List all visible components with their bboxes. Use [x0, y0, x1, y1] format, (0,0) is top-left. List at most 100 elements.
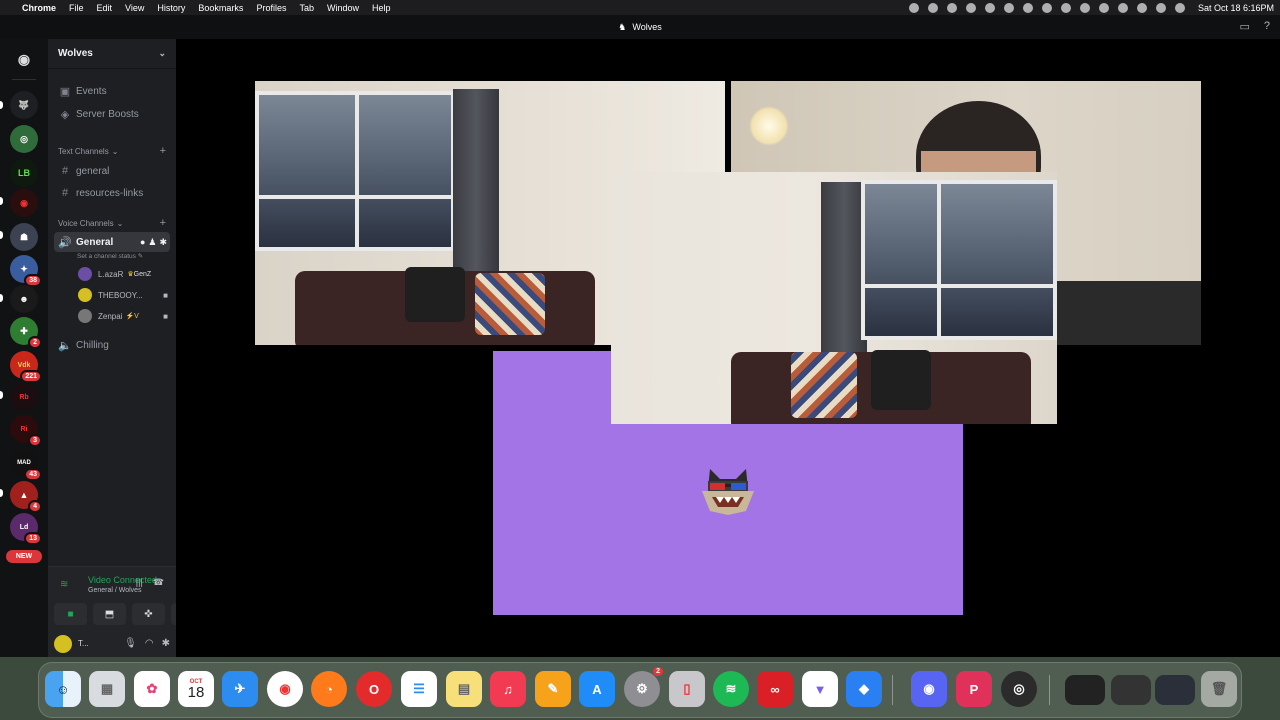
launchpad-icon[interactable]: ▦: [89, 671, 125, 707]
server-icon-blue[interactable]: ✦ 38: [10, 255, 42, 287]
vpn-icon[interactable]: ▼: [802, 671, 838, 707]
avatar[interactable]: [54, 634, 72, 653]
chrome-icon[interactable]: ◉: [267, 671, 303, 707]
menu-profiles[interactable]: Profiles: [256, 3, 286, 13]
voice-channels-category[interactable]: Voice Channels ⌄ +: [58, 217, 166, 229]
menu-window[interactable]: Window: [327, 3, 359, 13]
obs-icon[interactable]: ◎: [1001, 671, 1037, 707]
menu-history[interactable]: History: [157, 3, 185, 13]
channel-general[interactable]: # general: [54, 161, 170, 181]
play-icon[interactable]: [1003, 2, 1014, 13]
record-icon[interactable]: [908, 2, 919, 13]
spotify-icon[interactable]: ≋: [713, 671, 749, 707]
activities-button[interactable]: ✜: [132, 603, 165, 625]
user-switch-icon[interactable]: [1136, 2, 1147, 13]
system-settings-icon[interactable]: ⚙ 2: [624, 667, 663, 707]
bluetooth-icon[interactable]: [1060, 2, 1071, 13]
reminders-icon[interactable]: ☰: [401, 671, 437, 707]
noise-suppression-icon[interactable]: |||: [136, 577, 143, 588]
voice-member[interactable]: THEBOOY... ■: [78, 286, 168, 304]
inbox-icon[interactable]: ▭: [1239, 20, 1249, 33]
chat-icon[interactable]: ●: [140, 237, 145, 248]
input-source-icon[interactable]: [1041, 2, 1052, 13]
menu-file[interactable]: File: [69, 3, 84, 13]
add-channel-icon[interactable]: +: [160, 217, 166, 229]
invite-icon[interactable]: ♟: [148, 237, 156, 248]
microphone-icon[interactable]: 🎙: [124, 638, 137, 649]
text-channels-category[interactable]: Text Channels ⌄ +: [58, 145, 166, 157]
channel-resources-links[interactable]: # resources-links: [54, 183, 170, 203]
user-name[interactable]: T...: [78, 639, 89, 648]
menu-view[interactable]: View: [125, 3, 144, 13]
server-icon-red-ring[interactable]: ◉: [10, 189, 38, 217]
minimized-window-thumbnail[interactable]: [1155, 675, 1195, 705]
signal-icon[interactable]: ≋: [60, 579, 68, 590]
trash-icon[interactable]: 🗑: [1201, 671, 1237, 707]
media-icon[interactable]: [1022, 2, 1033, 13]
notes-icon[interactable]: ▤: [446, 671, 482, 707]
camera-button[interactable]: ■: [54, 603, 87, 625]
music-icon[interactable]: ♫: [490, 671, 526, 707]
add-channel-icon[interactable]: +: [160, 145, 166, 157]
photos-icon[interactable]: ✿: [134, 671, 170, 707]
app-store-icon[interactable]: A: [579, 671, 615, 707]
screen-share-icon[interactable]: [1117, 2, 1128, 13]
help-icon[interactable]: ?: [1264, 20, 1270, 33]
search-icon[interactable]: [1098, 2, 1109, 13]
minimized-window-thumbnail[interactable]: [1111, 675, 1151, 705]
roblox-icon[interactable]: ◆: [846, 671, 882, 707]
calendar-icon[interactable]: OCT 18: [178, 671, 214, 707]
gear-icon[interactable]: ✱: [159, 237, 167, 248]
video-tile-spotlight[interactable]: [611, 172, 1057, 424]
server-boosts-item[interactable]: ◈ Server Boosts: [54, 104, 170, 124]
voice-channel-chilling[interactable]: 🔈 Chilling: [54, 335, 170, 355]
siri-icon[interactable]: [1174, 2, 1185, 13]
safari-icon[interactable]: ✈: [222, 671, 258, 707]
menu-help[interactable]: Help: [372, 3, 391, 13]
firefox-icon[interactable]: ◔: [311, 671, 347, 707]
server-icon-vodka[interactable]: Vdk 221: [10, 351, 42, 383]
new-servers-badge[interactable]: NEW: [6, 550, 42, 563]
voice-member[interactable]: Zenpai ⚡V ■: [78, 307, 168, 325]
server-icon-dark-red[interactable]: Ri 3: [10, 415, 42, 447]
channel-status-prompt[interactable]: Set a channel status ✎: [77, 252, 143, 260]
menu-app-name[interactable]: Chrome: [22, 3, 56, 13]
opera-icon[interactable]: O: [356, 671, 392, 707]
server-icon-mask[interactable]: ☻: [10, 285, 38, 313]
server-icon-lbl[interactable]: LB: [10, 159, 38, 187]
wolves-server-icon[interactable]: 🐺: [10, 91, 38, 119]
menu-tab[interactable]: Tab: [299, 3, 314, 13]
server-icon-green[interactable]: ✚ 2: [10, 317, 42, 349]
menu-bookmarks[interactable]: Bookmarks: [198, 3, 243, 13]
location-icon[interactable]: [984, 2, 995, 13]
creative-cloud-icon[interactable]: ∞: [757, 671, 793, 707]
finder-icon[interactable]: ☺: [45, 671, 81, 707]
wifi-icon[interactable]: [1079, 2, 1090, 13]
menu-edit[interactable]: Edit: [97, 3, 113, 13]
menu-clock[interactable]: Sat Oct 18 6:16PM: [1198, 3, 1274, 13]
discord-icon[interactable]: ◉: [911, 671, 947, 707]
server-header[interactable]: Wolves ⌄: [48, 39, 176, 69]
headphones-icon[interactable]: [946, 2, 957, 13]
headphones-icon[interactable]: ◠: [145, 638, 154, 649]
server-icon-bot[interactable]: ☗: [10, 223, 38, 251]
gear-icon[interactable]: ✱: [162, 638, 170, 649]
screen-record-icon[interactable]: [965, 2, 976, 13]
events-item[interactable]: ▣ Events: [54, 81, 170, 101]
pages-icon[interactable]: ✎: [535, 671, 571, 707]
iphone-mirroring-icon[interactable]: ▯: [669, 671, 705, 707]
server-icon-purple[interactable]: Ld 13: [10, 513, 42, 545]
voice-channel-general[interactable]: 🔊 General ● ♟ ✱: [54, 232, 170, 252]
server-icon-car[interactable]: ▲ 4: [10, 481, 42, 513]
server-icon-green-circle[interactable]: ◎: [10, 125, 38, 153]
minimized-window-thumbnail[interactable]: [1065, 675, 1105, 705]
server-icon-script[interactable]: Rb: [10, 383, 38, 411]
voice-member[interactable]: L.azaR ♛ GenZ: [78, 265, 168, 283]
disconnect-icon[interactable]: ☎: [153, 577, 164, 588]
app-status-icon[interactable]: [927, 2, 938, 13]
server-icon-mad[interactable]: MAD 43: [10, 449, 42, 481]
voice-location[interactable]: General / Wolves: [88, 587, 142, 594]
screen-share-button[interactable]: ⬒: [93, 603, 126, 625]
discord-home-icon[interactable]: ◉: [10, 45, 38, 73]
parsec-icon[interactable]: P: [956, 671, 992, 707]
